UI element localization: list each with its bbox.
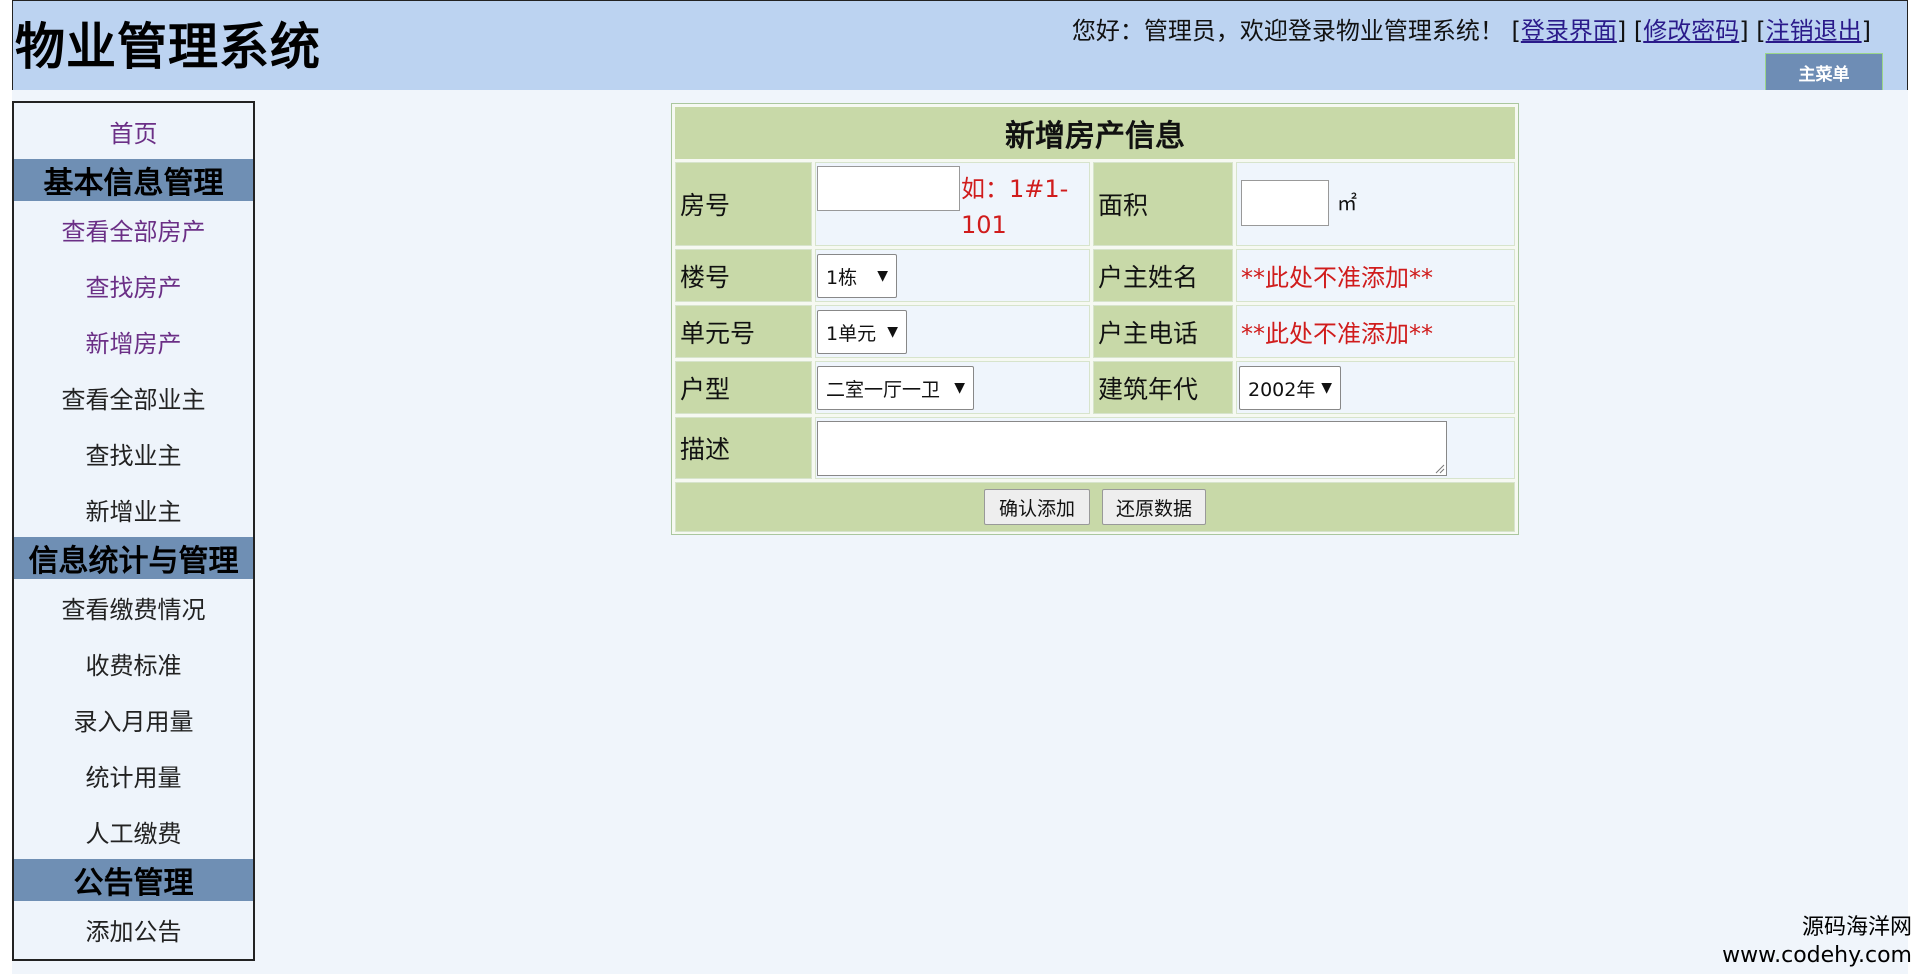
description-label: 描述: [675, 417, 812, 479]
sidebar-item-usage-stats[interactable]: 统计用量: [14, 747, 253, 803]
sidebar-item-view-all-properties[interactable]: 查看全部房产: [14, 201, 253, 257]
site-watermark: 源码海洋网 www.codehy.com: [1722, 914, 1912, 970]
unit-no-selected: 1单元: [826, 322, 877, 345]
owner-phone-cell: **此处不准添加**: [1236, 305, 1515, 358]
build-year-label: 建筑年代: [1093, 361, 1233, 414]
sidebar-item-find-property[interactable]: 查找房产: [14, 257, 253, 313]
unit-no-select[interactable]: 1单元 ▼: [817, 310, 907, 354]
layout-select[interactable]: 二室一厅一卫 ▼: [817, 366, 974, 410]
sidebar-item-payment-status[interactable]: 查看缴费情况: [14, 579, 253, 635]
build-year-select[interactable]: 2002年 ▼: [1239, 366, 1341, 410]
area-input[interactable]: [1241, 180, 1329, 226]
sidebar-item-fee-standard[interactable]: 收费标准: [14, 635, 253, 691]
sidebar-section-statistics: 信息统计与管理: [14, 537, 253, 579]
room-no-input[interactable]: [817, 166, 960, 211]
sidebar-item-find-owner[interactable]: 查找业主: [14, 425, 253, 481]
sidebar-item-manual-payment[interactable]: 人工缴费: [14, 803, 253, 859]
unit-no-label: 单元号: [675, 305, 812, 358]
chevron-down-icon: ▼: [1321, 380, 1332, 396]
watermark-name: 源码海洋网: [1801, 915, 1912, 940]
header-bar: 物业管理系统 您好：管理员，欢迎登录物业管理系统！ [登录界面] [修改密码] …: [12, 0, 1908, 91]
logout-link[interactable]: 注销退出: [1766, 17, 1862, 45]
description-cell: [815, 417, 1515, 479]
layout-cell: 二室一厅一卫 ▼: [815, 361, 1090, 414]
room-no-hint: 如：1#1-101: [961, 175, 1069, 239]
owner-phone-label: 户主电话: [1093, 305, 1233, 358]
sidebar-nav: 首页 基本信息管理 查看全部房产 查找房产 新增房产 查看全部业主 查找业主 新…: [12, 101, 255, 961]
building-cell: 1栋 ▼: [815, 249, 1090, 302]
description-textarea[interactable]: [817, 421, 1447, 476]
build-year-selected: 2002年: [1248, 378, 1316, 401]
owner-phone-note: **此处不准添加**: [1241, 320, 1433, 348]
main-menu-button[interactable]: 主菜单: [1765, 53, 1883, 91]
sidebar-section-basic-info: 基本信息管理: [14, 159, 253, 201]
change-password-link[interactable]: 修改密码: [1643, 17, 1739, 45]
unit-no-cell: 1单元 ▼: [815, 305, 1090, 358]
owner-name-label: 户主姓名: [1093, 249, 1233, 302]
watermark-url: www.codehy.com: [1722, 943, 1912, 968]
login-page-link[interactable]: 登录界面: [1521, 17, 1617, 45]
sidebar-item-add-announcement[interactable]: 添加公告: [14, 901, 253, 957]
add-property-form: 新增房产信息 房号 如：1#1-101 面积 ㎡ 楼号 1栋 ▼ 户主姓名 **…: [671, 103, 1519, 535]
building-select[interactable]: 1栋 ▼: [817, 254, 897, 298]
area-unit: ㎡: [1337, 191, 1357, 215]
greeting-text: 您好：管理员，欢迎登录物业管理系统！: [1071, 17, 1504, 45]
chevron-down-icon: ▼: [954, 380, 965, 396]
resize-grip-icon[interactable]: [1433, 462, 1445, 474]
build-year-cell: 2002年 ▼: [1236, 361, 1515, 414]
area-cell: ㎡: [1236, 162, 1515, 246]
sidebar-item-add-owner[interactable]: 新增业主: [14, 481, 253, 537]
reset-data-button[interactable]: 还原数据: [1102, 489, 1206, 525]
user-greeting: 您好：管理员，欢迎登录物业管理系统！ [登录界面] [修改密码] [注销退出]: [1071, 17, 1871, 45]
chevron-down-icon: ▼: [877, 268, 888, 284]
room-no-cell: 如：1#1-101: [815, 162, 1090, 246]
layout-label: 户型: [675, 361, 812, 414]
form-title: 新增房产信息: [675, 107, 1515, 159]
sidebar-item-view-all-owners[interactable]: 查看全部业主: [14, 369, 253, 425]
owner-name-cell: **此处不准添加**: [1236, 249, 1515, 302]
sidebar-item-enter-monthly-usage[interactable]: 录入月用量: [14, 691, 253, 747]
form-actions-row: 确认添加 还原数据: [675, 482, 1515, 532]
building-label: 楼号: [675, 249, 812, 302]
area-label: 面积: [1093, 162, 1233, 246]
room-no-label: 房号: [675, 162, 812, 246]
confirm-add-button[interactable]: 确认添加: [984, 489, 1090, 525]
sidebar-item-add-property[interactable]: 新增房产: [14, 313, 253, 369]
app-title: 物业管理系统: [15, 18, 321, 76]
sidebar-item-home[interactable]: 首页: [14, 103, 253, 159]
chevron-down-icon: ▼: [887, 324, 898, 340]
owner-name-note: **此处不准添加**: [1241, 264, 1433, 292]
building-selected: 1栋: [826, 266, 858, 289]
sidebar-section-announcements: 公告管理: [14, 859, 253, 901]
layout-selected: 二室一厅一卫: [826, 378, 941, 401]
